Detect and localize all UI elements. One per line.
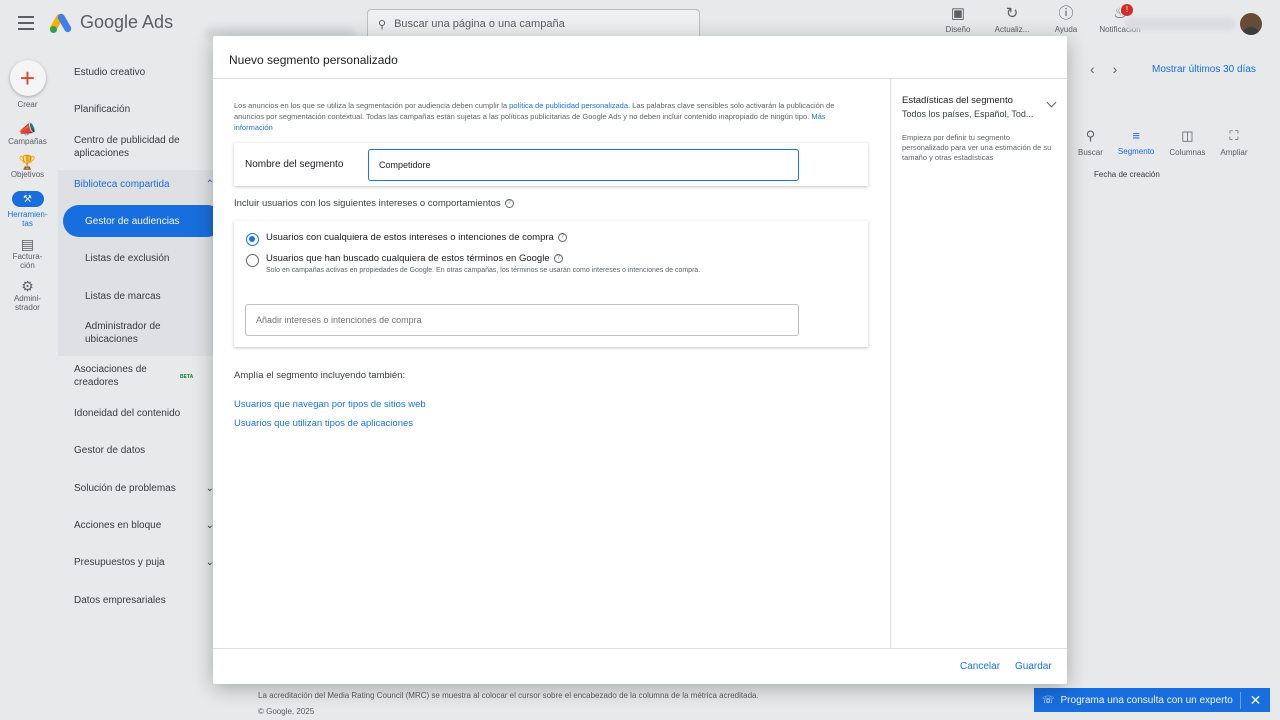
option-searched-terms[interactable]: Usuarios que han buscado cualquiera de e… — [246, 253, 700, 274]
segment-name-input[interactable] — [368, 149, 799, 181]
dialog-main: Los anuncios en los que se utiliza la se… — [213, 79, 890, 648]
cancel-button[interactable]: Cancelar — [960, 661, 1000, 672]
policy-notice: Los anuncios en los que se utiliza la se… — [234, 101, 835, 132]
dialog-title: Nuevo segmento personalizado — [213, 36, 1067, 79]
criteria-card: Usuarios con cualquiera de estos interes… — [234, 221, 868, 347]
stats-title[interactable]: Estadísticas del segmento — [902, 95, 1056, 106]
segment-name-card: Nombre del segmento — [234, 143, 868, 186]
radio-searched-terms[interactable] — [246, 254, 259, 267]
expand-segment-label: Amplía el segmento incluyendo también: — [234, 370, 406, 381]
include-users-label: Incluir usuarios con los siguientes inte… — [234, 198, 514, 209]
dialog-footer: Cancelar Guardar — [213, 648, 1067, 684]
add-interests-input[interactable] — [245, 304, 799, 336]
stats-description: Empieza por definir tu segmento personal… — [902, 133, 1052, 162]
policy-link[interactable]: política de publicidad personalizada — [509, 101, 628, 110]
option-searched-hint: Solo en campañas activas en propiedades … — [266, 267, 701, 274]
custom-segment-dialog: Nuevo segmento personalizado Los anuncio… — [213, 36, 1067, 684]
link-website-types[interactable]: Usuarios que navegan por tipos de sitios… — [234, 399, 426, 410]
help-icon[interactable]: ? — [557, 233, 567, 242]
help-icon[interactable]: ? — [504, 199, 514, 208]
option-interests[interactable]: Usuarios con cualquiera de estos interes… — [246, 232, 567, 246]
segment-stats-panel: Estadísticas del segmento Todos los país… — [890, 79, 1067, 648]
option-interests-label: Usuarios con cualquiera de estos interes… — [266, 232, 554, 243]
radio-interests[interactable] — [246, 233, 259, 246]
option-searched-label: Usuarios que han buscado cualquiera de e… — [266, 253, 550, 264]
segment-name-label: Nombre del segmento — [245, 159, 344, 170]
stats-filters: Todos los países, Español, Tod... — [902, 109, 1034, 119]
link-app-types[interactable]: Usuarios que utilizan tipos de aplicacio… — [234, 418, 413, 429]
save-button[interactable]: Guardar — [1015, 661, 1052, 672]
help-icon[interactable]: ? — [553, 254, 563, 263]
